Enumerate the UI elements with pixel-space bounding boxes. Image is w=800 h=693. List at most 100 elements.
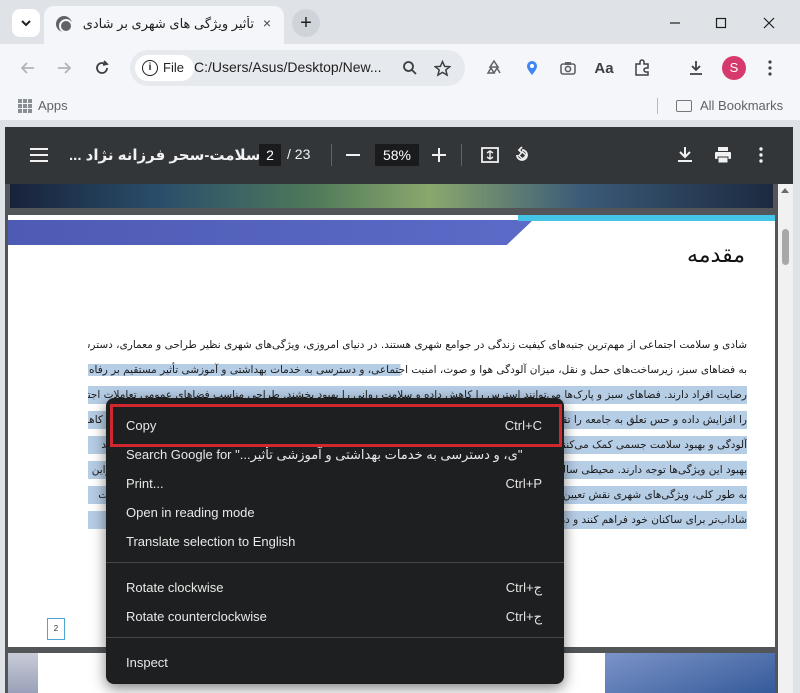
site-info-label: File (163, 60, 184, 75)
maximize-icon (715, 17, 727, 29)
page-number-box: 2 (47, 618, 65, 640)
address-bar[interactable]: i File C:/Users/Asus/Desktop/New... (130, 50, 465, 86)
page-3-image-right (605, 653, 775, 693)
more-vertical-icon (759, 147, 763, 163)
header-band-cyan (518, 215, 775, 221)
site-info-chip[interactable]: i File (135, 55, 194, 81)
camera-icon (560, 62, 576, 75)
menu-item-copy[interactable]: Copy Ctrl+C (106, 411, 564, 440)
arrow-right-icon (58, 62, 72, 74)
browser-menu-button[interactable] (756, 54, 784, 82)
scroll-up-arrow-icon[interactable] (781, 188, 789, 193)
page-3-image-left (8, 653, 38, 693)
browser-tab[interactable]: تأثیر ویژگی های شهری بر شادی و × (44, 6, 284, 44)
info-icon: i (142, 60, 158, 76)
apps-label: Apps (38, 98, 68, 113)
more-vertical-icon (768, 60, 772, 76)
rotate-button[interactable] (510, 143, 534, 167)
fit-to-page-icon (481, 147, 499, 163)
star-icon (433, 59, 451, 77)
pdf-toolbar: ... و سلامت-سحر فرزانه نژاد 2 / 23 58% (5, 127, 793, 184)
pdf-print-button[interactable] (711, 143, 735, 167)
vertical-scrollbar[interactable] (778, 184, 793, 693)
rotate-icon (516, 146, 528, 161)
close-tab-icon[interactable]: × (258, 14, 276, 32)
globe-icon (56, 16, 73, 33)
forward-button[interactable] (50, 54, 78, 82)
font-icon: Aa (594, 59, 614, 77)
bookmarks-divider (657, 98, 658, 114)
printer-icon (715, 147, 731, 164)
puzzle-icon (635, 59, 649, 76)
pdf-more-button[interactable] (749, 143, 773, 167)
context-menu: Copy Ctrl+C Search Google for "...ی، و د… (106, 398, 564, 684)
scrollbar-thumb[interactable] (782, 229, 789, 265)
fit-page-button[interactable] (478, 143, 502, 167)
tab-title: تأثیر ویژگی های شهری بر شادی و (80, 16, 254, 31)
bookmarks-bar: Apps All Bookmarks (0, 92, 800, 120)
plus-icon: + (300, 12, 312, 34)
pdf-sidebar-button[interactable] (27, 143, 51, 167)
screenshot-button[interactable] (554, 54, 582, 82)
download-icon (678, 147, 692, 162)
minus-icon (346, 154, 360, 156)
tab-strip: تأثیر ویژگی های شهری بر شادی و × + (0, 0, 800, 44)
browser-window: تأثیر ویژگی های شهری بر شادی و × + i Fil… (0, 0, 800, 693)
reload-icon (96, 60, 109, 74)
apps-bookmark[interactable]: Apps (18, 98, 68, 113)
extension-recycle-button[interactable] (480, 54, 508, 82)
browser-toolbar: i File C:/Users/Asus/Desktop/New... Aa S (0, 44, 800, 92)
all-bookmarks-label: All Bookmarks (700, 98, 784, 113)
location-pin-icon (527, 61, 537, 75)
maximize-button[interactable] (698, 8, 744, 38)
recycle-icon (486, 59, 501, 74)
menu-item-rotate-clockwise[interactable]: Rotate clockwise Ctrl+ج (106, 573, 564, 602)
header-band-blue (8, 220, 533, 245)
hamburger-menu-icon (30, 148, 48, 162)
toolbar-divider (461, 144, 462, 166)
chevron-down-icon (21, 20, 31, 27)
arrow-left-icon (20, 62, 34, 74)
search-tab-button[interactable] (396, 54, 424, 82)
reload-button[interactable] (88, 54, 116, 82)
paragraph-line: شادی و سلامت اجتماعی از مهم‌ترین جنبه‌ها… (88, 339, 747, 351)
bookmark-star-button[interactable] (428, 54, 456, 82)
extensions-button[interactable] (628, 54, 656, 82)
all-bookmarks-button[interactable]: All Bookmarks (676, 98, 783, 113)
paragraph-line: به فضاهای سبز، زیرساخت‌های حمل و نقل، می… (88, 361, 747, 379)
pdf-title: ... و سلامت-سحر فرزانه نژاد (69, 147, 275, 164)
tab-search-button[interactable] (12, 9, 40, 37)
zoom-out-button[interactable] (341, 143, 365, 167)
extension-pin-button[interactable] (518, 54, 546, 82)
page-1-image (10, 184, 773, 208)
menu-item-rotate-counterclockwise[interactable]: Rotate counterclockwise Ctrl+ج (106, 602, 564, 631)
apps-grid-icon (18, 98, 32, 113)
menu-item-print[interactable]: Print... Ctrl+P (106, 469, 564, 498)
close-icon (763, 17, 775, 29)
search-icon (403, 61, 417, 75)
download-icon (690, 61, 702, 75)
new-tab-button[interactable]: + (292, 9, 320, 37)
toolbar-divider (331, 144, 332, 166)
menu-separator (106, 562, 564, 563)
folder-icon (676, 99, 692, 112)
pdf-download-button[interactable] (673, 143, 697, 167)
url-text: C:/Users/Asus/Desktop/New... (194, 59, 382, 75)
menu-item-reading-mode[interactable]: Open in reading mode (106, 498, 564, 527)
menu-item-search-google[interactable]: Search Google for "...ی، و دسترسی به خدم… (106, 440, 564, 469)
zoom-level-input[interactable]: 58% (375, 144, 419, 166)
menu-separator (106, 637, 564, 638)
back-button[interactable] (14, 54, 42, 82)
menu-item-translate[interactable]: Translate selection to English (106, 527, 564, 556)
section-heading: مقدمه (686, 243, 745, 268)
downloads-button[interactable] (682, 54, 710, 82)
page-number-input[interactable]: 2 (259, 144, 281, 166)
menu-item-inspect[interactable]: Inspect (106, 648, 564, 677)
close-window-button[interactable] (746, 8, 792, 38)
profile-avatar[interactable]: S (722, 56, 746, 80)
plus-icon (432, 148, 446, 162)
font-extension-button[interactable]: Aa (590, 54, 618, 82)
minimize-icon (670, 22, 680, 24)
zoom-in-button[interactable] (427, 143, 451, 167)
minimize-button[interactable] (652, 8, 698, 38)
